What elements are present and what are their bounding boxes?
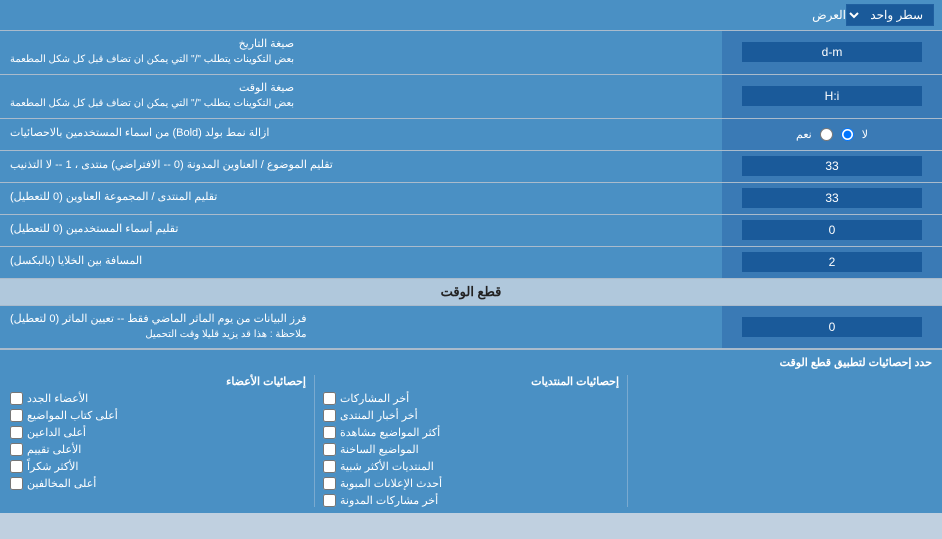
forums-stats-col: إحصائيات المنتديات أخر المشاركات أخر أخب…	[323, 375, 619, 507]
usernames-trim-row: تقليم أسماء المستخدمين (0 للتعطيل)	[0, 215, 942, 247]
cb-top-topic-writers[interactable]: أعلى كتاب المواضيع	[10, 409, 306, 422]
date-format-row: d-m صيغة التاريخبعض التكوينات يتطلب "/" …	[0, 31, 942, 75]
checkboxes-section: حدد إحصائيات لتطبيق قطع الوقت إحصائيات ا…	[0, 349, 942, 513]
topics-count-label: تقليم الموضوع / العناوين المدونة (0 -- ا…	[0, 151, 722, 182]
topics-count-input-wrapper[interactable]	[722, 151, 942, 182]
bold-remove-row: لا نعم ازالة نمط بولد (Bold) من اسماء ال…	[0, 119, 942, 151]
radio-no-label: لا	[862, 128, 868, 141]
time-cut-row: فرز البيانات من يوم الماثر الماضي فقط --…	[0, 306, 942, 350]
forums-stats-header: إحصائيات المنتديات	[323, 375, 619, 388]
cell-space-row: المسافة بين الخلايا (بالبكسل)	[0, 247, 942, 279]
date-format-input[interactable]: d-m	[742, 42, 922, 62]
forum-titles-row: تقليم المنتدى / المجموعة العناوين (0 للت…	[0, 183, 942, 215]
empty-col-right	[636, 375, 932, 507]
forum-titles-input-wrapper[interactable]	[722, 183, 942, 214]
topics-count-input[interactable]	[742, 156, 922, 176]
cb-last-news[interactable]: أخر أخبار المنتدى	[323, 409, 619, 422]
cb-top-violators[interactable]: أعلى المخالفين	[10, 477, 306, 490]
view-select[interactable]: سطر واحد سطرين ثلاثة أسطر	[846, 4, 934, 26]
date-format-label: صيغة التاريخبعض التكوينات يتطلب "/" التي…	[0, 31, 722, 74]
top-row: سطر واحد سطرين ثلاثة أسطر العرض	[0, 0, 942, 31]
bold-radio-wrapper[interactable]: لا نعم	[722, 119, 942, 150]
time-cut-input[interactable]	[742, 317, 922, 337]
time-cut-label: فرز البيانات من يوم الماثر الماضي فقط --…	[0, 306, 722, 349]
topics-count-row: تقليم الموضوع / العناوين المدونة (0 -- ا…	[0, 151, 942, 183]
radio-yes-label: نعم	[796, 128, 812, 141]
cell-space-input-wrapper[interactable]	[722, 247, 942, 278]
date-format-input-wrapper[interactable]: d-m	[722, 31, 942, 74]
view-label: العرض	[8, 8, 846, 22]
time-cut-section-header: قطع الوقت	[0, 279, 942, 306]
cb-new-members[interactable]: الأعضاء الجدد	[10, 392, 306, 405]
cb-last-blog-posts[interactable]: أخر مشاركات المدونة	[323, 494, 619, 507]
usernames-trim-label: تقليم أسماء المستخدمين (0 للتعطيل)	[0, 215, 722, 246]
time-format-label: صيغة الوقتبعض التكوينات يتطلب "/" التي ي…	[0, 75, 722, 118]
members-stats-col: إحصائيات الأعضاء الأعضاء الجدد أعلى كتاب…	[10, 375, 306, 507]
members-stats-header: إحصائيات الأعضاء	[10, 375, 306, 388]
cb-latest-ads[interactable]: أحدث الإعلانات المبوبة	[323, 477, 619, 490]
checkboxes-header: حدد إحصائيات لتطبيق قطع الوقت	[10, 356, 932, 369]
cb-most-viewed[interactable]: أكثر المواضيع مشاهدة	[323, 426, 619, 439]
cb-popular-forums[interactable]: المنتديات الأكثر شبية	[323, 460, 619, 473]
usernames-trim-input[interactable]	[742, 220, 922, 240]
time-format-input-wrapper[interactable]: H:i	[722, 75, 942, 118]
time-cut-input-wrapper[interactable]	[722, 306, 942, 349]
cb-top-rated[interactable]: الأعلى تقييم	[10, 443, 306, 456]
radio-no[interactable]	[841, 128, 854, 141]
radio-yes[interactable]	[820, 128, 833, 141]
usernames-trim-input-wrapper[interactable]	[722, 215, 942, 246]
time-format-input[interactable]: H:i	[742, 86, 922, 106]
bold-remove-label: ازالة نمط بولد (Bold) من اسماء المستخدمي…	[0, 119, 722, 150]
time-format-row: H:i صيغة الوقتبعض التكوينات يتطلب "/" ال…	[0, 75, 942, 119]
col-sep1	[627, 375, 628, 507]
dropdown-wrapper[interactable]: سطر واحد سطرين ثلاثة أسطر	[846, 4, 934, 26]
forum-titles-input[interactable]	[742, 188, 922, 208]
cell-space-label: المسافة بين الخلايا (بالبكسل)	[0, 247, 722, 278]
checkboxes-grid: إحصائيات المنتديات أخر المشاركات أخر أخب…	[10, 375, 932, 507]
cb-last-posts[interactable]: أخر المشاركات	[323, 392, 619, 405]
cell-space-input[interactable]	[742, 252, 922, 272]
cb-most-thanked[interactable]: الأكثر شكراً	[10, 460, 306, 473]
cb-hot-topics[interactable]: المواضيع الساخنة	[323, 443, 619, 456]
forum-titles-label: تقليم المنتدى / المجموعة العناوين (0 للت…	[0, 183, 722, 214]
col-sep2	[314, 375, 315, 507]
cb-top-inviters[interactable]: أعلى الداعين	[10, 426, 306, 439]
